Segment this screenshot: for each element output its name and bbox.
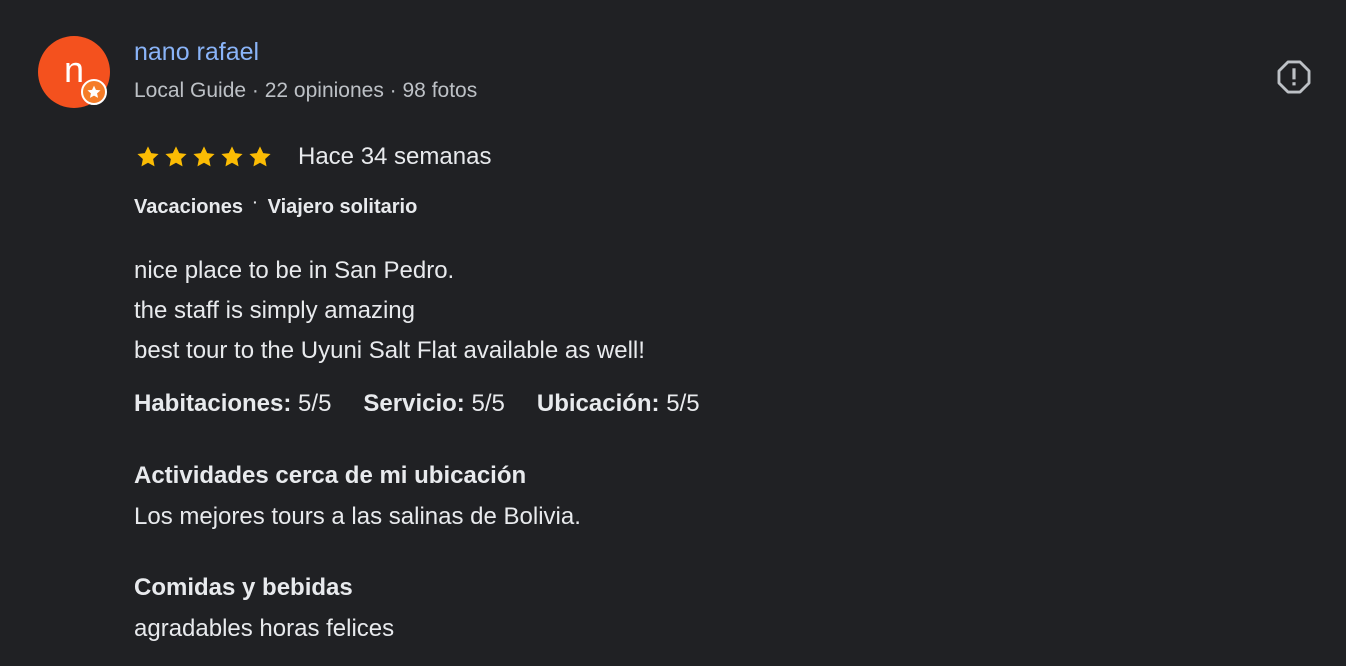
subrating-value: 5/5 <box>666 390 700 417</box>
star-icon <box>162 144 190 170</box>
subrating-label: Servicio: <box>363 390 465 417</box>
subrating-label: Ubicación: <box>536 390 660 417</box>
star-icon <box>218 144 246 170</box>
star-rating <box>134 144 274 170</box>
subrating-rooms: Habitaciones: 5/5 <box>134 390 331 418</box>
tag-separator: · <box>252 193 258 210</box>
section-title-food: Comidas y bebidas <box>134 574 353 601</box>
author-meta: Local Guide · 22 opiniones · 98 fotos <box>134 79 478 102</box>
review-line: the staff is simply amazing <box>134 297 416 324</box>
review-card: n nano rafael Local Guide · 22 opiniones… <box>0 0 1346 666</box>
subrating-location: Ubicación: 5/5 <box>537 390 700 418</box>
section-text-activities: Los mejores tours a las salinas de Boliv… <box>134 503 581 530</box>
trip-tags: Vacaciones · Viajero solitario <box>134 193 418 219</box>
subrating-service: Servicio: 5/5 <box>363 390 504 418</box>
travel-group-tag: Viajero solitario <box>267 196 418 218</box>
star-icon <box>190 144 218 170</box>
trip-type-tag: Vacaciones <box>134 196 243 218</box>
section-text-food: agradables horas felices <box>134 615 395 642</box>
star-icon <box>134 144 162 170</box>
star-icon <box>246 144 274 170</box>
review-line: nice place to be in San Pedro. <box>134 257 455 284</box>
report-button[interactable] <box>1274 57 1314 97</box>
review-line: best tour to the Uyuni Salt Flat availab… <box>134 337 645 364</box>
local-guide-badge <box>81 79 107 105</box>
section-title-activities: Actividades cerca de mi ubicación <box>134 462 527 489</box>
review-date: Hace 34 semanas <box>298 143 492 170</box>
subratings: Habitaciones: 5/5 Servicio: 5/5 Ubicació… <box>134 390 732 418</box>
star-icon <box>87 85 101 98</box>
subrating-value: 5/5 <box>471 390 505 417</box>
subrating-value: 5/5 <box>298 390 332 417</box>
author-avatar-wrap[interactable]: n <box>38 36 110 108</box>
review-text: nice place to be in San Pedro. the staff… <box>134 251 645 371</box>
report-icon <box>1277 60 1311 94</box>
author-name[interactable]: nano rafael <box>134 38 259 67</box>
subrating-label: Habitaciones: <box>134 390 292 417</box>
